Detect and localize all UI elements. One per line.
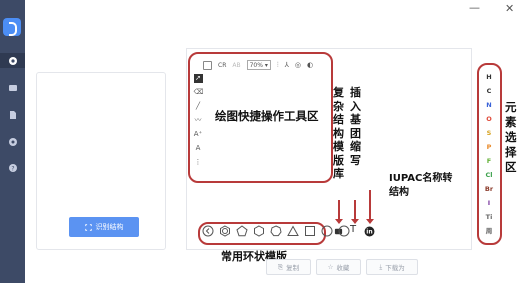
pentagon-ring-icon[interactable] [236, 225, 248, 237]
element-S[interactable]: S [487, 128, 492, 139]
copy-icon: ⎘ [277, 262, 284, 271]
element-N[interactable]: N [486, 100, 491, 111]
help-icon[interactable]: ? [8, 163, 18, 173]
hexagon-ring-icon[interactable] [253, 225, 265, 237]
element-selector: H C N O S P F Cl Br I Ti 周 [483, 72, 495, 237]
abbr-arrow [351, 200, 359, 224]
elements-annotation: 元素选择区 [505, 100, 517, 174]
close-button[interactable]: ✕ [505, 2, 514, 15]
element-C[interactable]: C [487, 86, 492, 97]
download-button[interactable]: ⤓ 下载为 [366, 259, 418, 275]
favorite-button[interactable]: ☆ 收藏 [316, 259, 361, 275]
octagon-ring-icon[interactable] [338, 225, 350, 237]
square-ring-icon[interactable] [304, 225, 316, 237]
home-icon[interactable] [8, 56, 18, 66]
element-H[interactable]: H [486, 72, 491, 83]
gear-icon[interactable] [8, 137, 18, 147]
svg-text:?: ? [11, 165, 14, 172]
recognize-structure-button[interactable]: 识别结构 [69, 217, 139, 237]
element-O[interactable]: O [486, 114, 492, 125]
minimize-button[interactable]: — [469, 1, 480, 14]
abbreviation-icon[interactable]: T [350, 224, 356, 235]
copy-label: 复制 [286, 264, 300, 272]
element-Cl[interactable]: Cl [486, 170, 493, 181]
scan-icon [84, 223, 92, 231]
favorite-label: 收藏 [336, 264, 350, 272]
download-icon: ⤓ [379, 262, 383, 271]
element-P[interactable]: P [487, 142, 492, 153]
star-icon: ☆ [327, 263, 334, 271]
heptagon-ring-icon[interactable] [270, 225, 282, 237]
toolbar-annotation: 绘图快捷操作工具区 [215, 109, 319, 123]
element-I[interactable]: I [488, 198, 490, 209]
download-label: 下载为 [385, 264, 405, 272]
abbr-annotation: 插入基团缩写 [350, 86, 361, 167]
benzene-ring-icon[interactable] [219, 225, 231, 237]
triangle-ring-icon[interactable] [287, 225, 299, 237]
file-icon[interactable] [8, 110, 18, 120]
element-周[interactable]: 周 [486, 226, 493, 237]
element-Br[interactable]: Br [485, 184, 493, 195]
iupac-icon[interactable]: in [364, 226, 375, 237]
template-lib-annotation: 复杂结构模版库 [333, 86, 344, 180]
copy-button[interactable]: ⎘ 复制 [266, 259, 311, 275]
element-F[interactable]: F [487, 156, 491, 167]
app-logo-icon [3, 18, 21, 36]
left-nav: ? [0, 0, 25, 283]
prev-ring-icon[interactable] [202, 225, 214, 237]
app-window: ? — ✕ 识别结构 CR AB 70% ▾ ⫶ ⅄ ◎ ◐ ➚ ⌫ ╱ 〰 A… [0, 0, 530, 283]
svg-text:in: in [366, 229, 372, 236]
image-drop-area[interactable] [45, 80, 159, 198]
circle-ring-icon[interactable] [321, 225, 333, 237]
recognize-button-label: 识别结构 [95, 223, 124, 231]
iupac-arrow [366, 190, 374, 224]
element-Ti[interactable]: Ti [486, 212, 493, 223]
ring-templates-bar [202, 225, 350, 237]
template-arrow [335, 200, 343, 224]
iupac-annotation: IUPAC名称转结构 [389, 173, 453, 198]
folder-icon[interactable] [8, 83, 18, 93]
